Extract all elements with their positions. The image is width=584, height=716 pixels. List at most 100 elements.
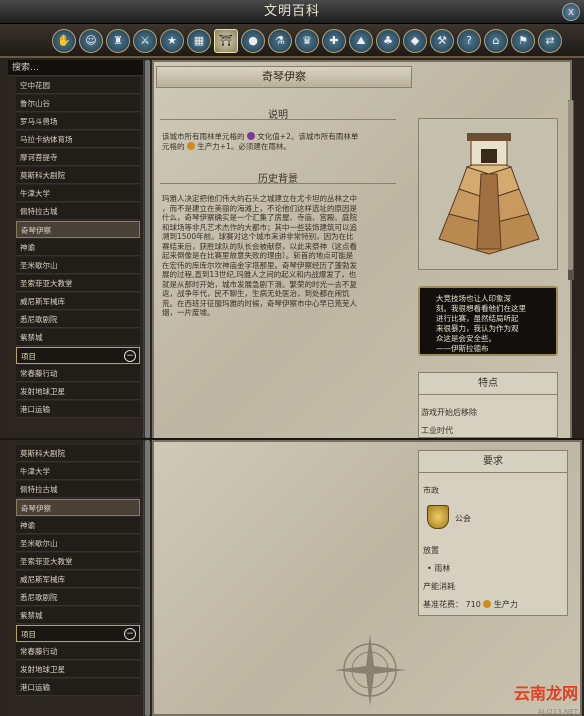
- sidebar-item[interactable]: 常春藤行动: [16, 365, 140, 382]
- production-icon: [483, 600, 492, 608]
- city-icon[interactable]: ⌂: [484, 29, 508, 53]
- quote-line: ——伊斯拉德布: [436, 344, 489, 353]
- history-line: 就是从那时开始，城市发展急剧下滑。繁荣的时光一去不复: [162, 279, 357, 289]
- religion-icon[interactable]: ✚: [322, 29, 346, 53]
- sidebar-item[interactable]: 牛津大学: [16, 463, 140, 480]
- sidebar-item[interactable]: 紫禁城: [16, 329, 140, 346]
- traits-removed: 游戏开始后移除: [421, 408, 477, 417]
- sidebar-item[interactable]: 鲁尔山谷: [16, 95, 140, 112]
- quote-line: 大竞技场也让人印象深: [436, 294, 511, 303]
- civ-leader-icon[interactable]: ☺: [79, 29, 103, 53]
- watermark-url: ALI213.NET: [537, 708, 578, 716]
- sidebar-item[interactable]: 神谕: [16, 517, 140, 534]
- history-line: 荒。在西班牙征服玛雅的时候，奇琴伊察市中心早已荒芜人: [162, 298, 357, 308]
- pedia-window-top: 文明百科 x ✋ ☺ ♜ ⚔ ★ ▦ ⛩ ● ⚗ ♛ ✚ ⛰ ♣ ◆ ⚒? ⌂ ⚑ ⇄ 搜索… 空中花园 鲁尔山谷罗…: [0, 0, 584, 438]
- sidebar-item[interactable]: 空中花园: [16, 77, 140, 94]
- history-line: 玛雅人决定把他们伟大的石头之城建立在尤卡坦的丛林之中: [162, 194, 357, 203]
- history-text: 玛雅人决定把他们伟大的石头之城建立在尤卡坦的丛林之中 ，而不是建立在美丽的海滩上，…: [162, 194, 402, 318]
- collapse-icon[interactable]: −: [124, 628, 136, 640]
- sidebar-item[interactable]: 牛津大学: [16, 185, 140, 202]
- traits-era: 工业时代: [421, 426, 453, 435]
- history-line: 展的过程,直到13世纪,玛雅人之间的起义和内战爆发了，也: [162, 270, 357, 279]
- handshake-icon[interactable]: ✋: [52, 29, 76, 53]
- history-line: ，而不是建立在美丽的海滩上，不论他们这样选址的原因是: [162, 203, 357, 213]
- civic-value[interactable]: 公会: [455, 513, 471, 524]
- gameplay-icon[interactable]: ?: [457, 29, 481, 53]
- cost-label: 产能消耗: [423, 582, 455, 591]
- sidebar-item[interactable]: 港口运输: [16, 401, 140, 418]
- culture-icon: [246, 132, 255, 140]
- sidebar-item[interactable]: 摩诃菩提寺: [16, 149, 140, 166]
- sidebar-item[interactable]: 莫斯科大剧院: [16, 167, 140, 184]
- traits-box: 特点 游戏开始后移除 工业时代: [418, 372, 558, 438]
- sidebar-item[interactable]: 悉尼歌剧院: [16, 311, 140, 328]
- requirements-box: 要求 市政 公会 放置 • 雨林 产能消耗 基准花费： 710 生产力: [418, 450, 568, 616]
- sidebar-item[interactable]: 奇琴伊察: [16, 221, 140, 238]
- unit-icon[interactable]: ⚔: [133, 29, 157, 53]
- sidebar-item[interactable]: 发射地球卫星: [16, 661, 140, 678]
- history-line: 和球场等非凡艺术杰作的大都市；其中一些装饰建筑可以追: [162, 222, 357, 232]
- close-button[interactable]: x: [562, 3, 580, 21]
- watermark: 云南龙网: [513, 684, 578, 703]
- sidebar-item[interactable]: 威尼斯军械库: [16, 293, 140, 310]
- sidebar-scrollbar[interactable]: [144, 60, 150, 438]
- sidebar-scrollbar[interactable]: [144, 440, 150, 716]
- sidebar-item[interactable]: 港口运输: [16, 679, 140, 696]
- article-scrollbar[interactable]: [568, 100, 574, 280]
- promotion-icon[interactable]: ★: [160, 29, 184, 53]
- sidebar-item[interactable]: 奇琴伊察: [16, 499, 140, 516]
- description-text: 该城市所有雨林单元格的 文化值+2。该城市所有雨林单 元格的 生产力+1。必须建…: [162, 132, 359, 151]
- sidebar-item[interactable]: 圣米歇尔山: [16, 535, 140, 552]
- history-line: 烟，一片废墟。: [162, 308, 215, 317]
- specialist-icon[interactable]: ●: [241, 29, 265, 53]
- sidebar-item[interactable]: 悉尼歌剧院: [16, 589, 140, 606]
- history-line: 溯到1500年前。球赛对这个城市来讲非常特别，因为在比: [162, 232, 354, 241]
- sidebar-item[interactable]: 神谕: [16, 239, 140, 256]
- history-line: 在宏伟的库库尔坎神庙金字塔那里。奇琴伊察经历了蓬勃发: [162, 260, 357, 270]
- building-icon[interactable]: ▦: [187, 29, 211, 53]
- sidebar-item[interactable]: 马拉卡纳体育场: [16, 131, 140, 148]
- sidebar-item[interactable]: 项目 −: [16, 625, 140, 642]
- city-state-icon[interactable]: ♜: [106, 29, 130, 53]
- tech-icon[interactable]: ⚗: [268, 29, 292, 53]
- sidebar-item[interactable]: 威尼斯军械库: [16, 571, 140, 588]
- window-title: 文明百科: [0, 0, 584, 24]
- resource-icon[interactable]: ◆: [403, 29, 427, 53]
- improvement-icon[interactable]: ⚒: [430, 29, 454, 53]
- wonder-icon[interactable]: ⛩: [214, 29, 238, 53]
- compass-rose-icon: [334, 634, 406, 706]
- category-icon-bar: ✋ ☺ ♜ ⚔ ★ ▦ ⛩ ● ⚗ ♛ ✚ ⛰ ♣ ◆ ⚒? ⌂ ⚑ ⇄: [0, 24, 584, 58]
- history-header: 历史背景: [160, 170, 396, 185]
- sidebar-item[interactable]: 圣米歇尔山: [16, 257, 140, 274]
- victory-icon[interactable]: ⚑: [511, 29, 535, 53]
- wonder-image: [418, 118, 558, 270]
- sidebar-item[interactable]: 项目 −: [16, 347, 140, 364]
- sidebar-item[interactable]: 莫斯科大剧院: [16, 445, 140, 462]
- policy-icon[interactable]: ♛: [295, 29, 319, 53]
- sidebar-item[interactable]: 罗马斗兽场: [16, 113, 140, 130]
- sidebar-item[interactable]: 佩特拉古城: [16, 481, 140, 498]
- guild-civic-icon[interactable]: [427, 505, 449, 529]
- placement-label: 放置: [423, 546, 439, 555]
- sidebar: 搜索… 空中花园 鲁尔山谷 罗马斗兽场 马拉卡纳体育场 摩诃菩提寺 莫斯科大剧院 牛津大学佩…: [8, 60, 144, 438]
- quote-box: 大竞技场也让人印象深 刻。我很想看看他们在这里 进行比赛，虽然结局听起 来很暴力，我认…: [418, 286, 558, 356]
- traits-header: 特点: [419, 373, 557, 395]
- sidebar-item[interactable]: 发射地球卫星: [16, 383, 140, 400]
- sidebar-item[interactable]: 圣索菲亚大教堂: [16, 553, 140, 570]
- sidebar-item[interactable]: 佩特拉古城: [16, 203, 140, 220]
- search-input[interactable]: 搜索…: [8, 60, 143, 76]
- sidebar-item[interactable]: 圣索菲亚大教堂: [16, 275, 140, 292]
- feature-icon[interactable]: ♣: [376, 29, 400, 53]
- requirements-header: 要求: [419, 451, 567, 473]
- placement-value: • 雨林: [427, 564, 451, 573]
- collapse-icon[interactable]: −: [124, 350, 136, 362]
- sidebar: 莫斯科大剧院 牛津大学 佩特拉古城 奇琴伊察 神谕 圣米歇尔山 圣索菲亚大教堂 威尼斯军械库悉…: [8, 440, 144, 716]
- page-title: 奇琴伊察: [156, 66, 412, 88]
- terrain-icon[interactable]: ⛰: [349, 29, 373, 53]
- sidebar-item[interactable]: 常春藤行动: [16, 643, 140, 660]
- description-header: 说明: [160, 106, 396, 121]
- quote-line: 来很暴力，我认为作为观: [436, 324, 519, 333]
- sidebar-item[interactable]: 紫禁城: [16, 607, 140, 624]
- trade-icon[interactable]: ⇄: [538, 29, 562, 53]
- history-line: 返，战争年代，民不聊生，生病无处医治，到处都在闹饥: [162, 289, 350, 298]
